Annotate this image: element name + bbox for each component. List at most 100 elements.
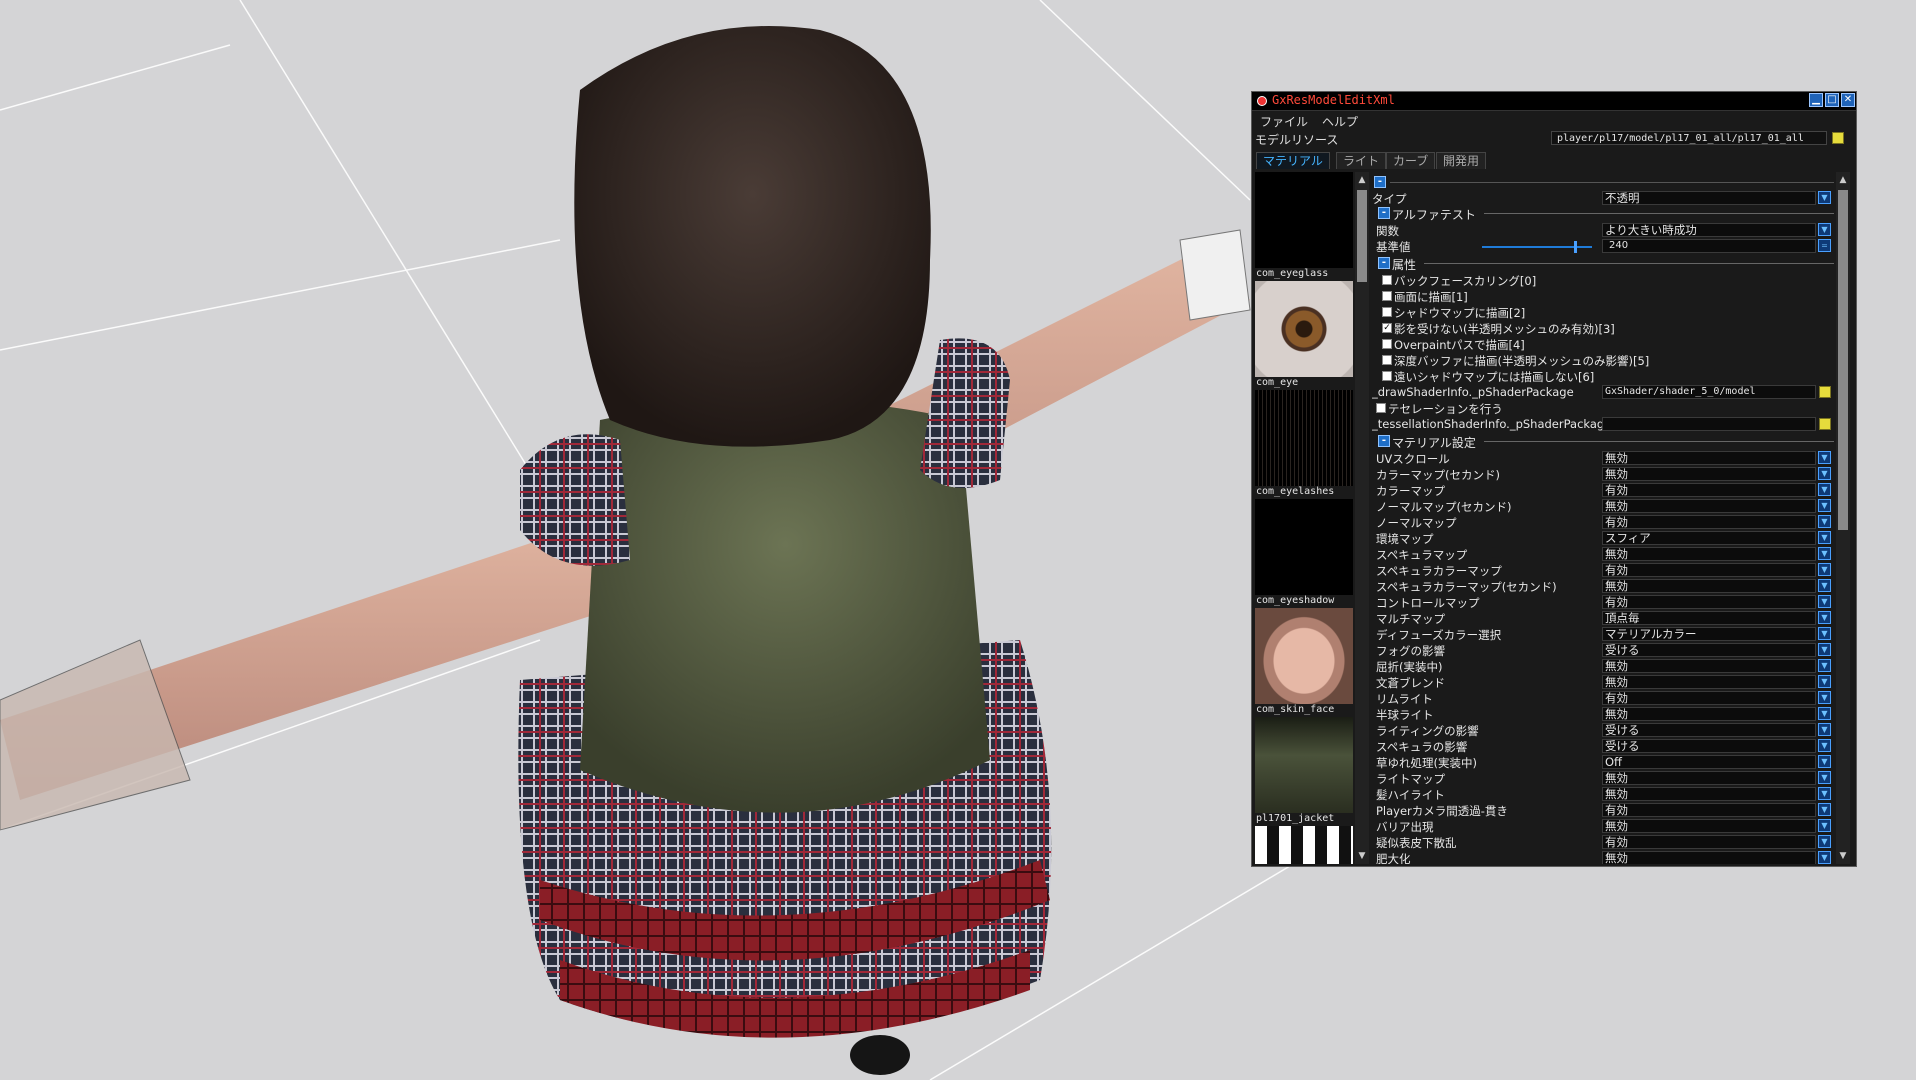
collapse-icon[interactable]: - [1374,176,1386,188]
tab-curve[interactable]: カーブ [1386,152,1436,169]
setting-select[interactable]: 無効 [1602,659,1816,673]
model-resource-path[interactable]: player/pl17/model/pl17_01_all/pl17_01_al… [1551,131,1827,145]
dropdown-arrow-icon[interactable]: ▼ [1818,739,1831,752]
ref-slider-knob[interactable] [1574,241,1577,253]
setting-select[interactable]: 無効 [1602,467,1816,481]
attribute-checkbox[interactable] [1382,275,1392,285]
dropdown-arrow-icon[interactable]: ▼ [1818,835,1831,848]
browse-tess-shader-button[interactable] [1819,418,1831,430]
dropdown-arrow-icon[interactable]: ▼ [1818,451,1831,464]
setting-select[interactable]: 有効 [1602,835,1816,849]
func-select[interactable]: より大きい時成功 [1602,223,1816,237]
dropdown-arrow-icon[interactable]: ▼ [1818,787,1831,800]
setting-select[interactable]: 受ける [1602,643,1816,657]
dropdown-arrow-icon[interactable]: ▼ [1818,755,1831,768]
attribute-checkbox[interactable] [1382,355,1392,365]
dropdown-arrow-icon[interactable]: ▼ [1818,723,1831,736]
type-select[interactable]: 不透明 [1602,191,1816,205]
close-button[interactable]: ✕ [1841,93,1855,107]
collapse-icon[interactable]: - [1378,435,1390,447]
setting-select[interactable]: 無効 [1602,499,1816,513]
setting-select[interactable]: 無効 [1602,771,1816,785]
tab-light[interactable]: ライト [1336,152,1387,169]
dropdown-arrow-icon[interactable]: ▼ [1818,191,1831,204]
setting-select[interactable]: 無効 [1602,851,1816,864]
scroll-up-icon[interactable]: ▲ [1837,174,1849,186]
title-bar[interactable]: GxResModelEditXml ▁ □ ✕ [1252,92,1856,111]
setting-select[interactable]: 無効 [1602,707,1816,721]
attribute-checkbox[interactable] [1382,291,1392,301]
dropdown-arrow-icon[interactable]: ▼ [1818,611,1831,624]
setting-select[interactable]: 頂点毎 [1602,611,1816,625]
attribute-checkbox[interactable] [1382,371,1392,381]
dropdown-arrow-icon[interactable]: ▼ [1818,547,1831,560]
scroll-up-icon[interactable]: ▲ [1356,174,1368,186]
scroll-down-icon[interactable]: ▼ [1356,850,1368,862]
attribute-checkbox[interactable] [1382,307,1392,317]
material-item[interactable]: com_skin_face [1255,608,1353,717]
setting-select[interactable]: 有効 [1602,483,1816,497]
browse-resource-button[interactable] [1832,132,1844,144]
setting-select[interactable]: 受ける [1602,739,1816,753]
dropdown-arrow-icon[interactable]: ▼ [1818,483,1831,496]
dropdown-arrow-icon[interactable]: ▼ [1818,819,1831,832]
ref-value[interactable]: 240 [1602,239,1816,253]
dropdown-arrow-icon[interactable]: ▼ [1818,643,1831,656]
dropdown-arrow-icon[interactable]: ▼ [1818,531,1831,544]
setting-select[interactable]: Off [1602,755,1816,769]
browse-draw-shader-button[interactable] [1819,386,1831,398]
dropdown-arrow-icon[interactable]: ▼ [1818,675,1831,688]
dropdown-arrow-icon[interactable]: ▼ [1818,223,1831,236]
setting-select[interactable]: 無効 [1602,787,1816,801]
setting-select[interactable]: スフィア [1602,531,1816,545]
dropdown-arrow-icon[interactable]: ▼ [1818,595,1831,608]
setting-select[interactable]: 有効 [1602,563,1816,577]
material-item[interactable]: com_eyeshadow [1255,499,1353,608]
attribute-checkbox[interactable]: ✓ [1382,323,1392,333]
dropdown-arrow-icon[interactable]: ▼ [1818,563,1831,576]
setting-select[interactable]: 無効 [1602,451,1816,465]
minimize-button[interactable]: ▁ [1809,93,1823,107]
setting-select[interactable]: 無効 [1602,547,1816,561]
dropdown-arrow-icon[interactable]: ▼ [1818,659,1831,672]
tess-shader-path[interactable] [1602,417,1816,431]
setting-select[interactable]: 無効 [1602,579,1816,593]
setting-select[interactable]: 無効 [1602,819,1816,833]
setting-select[interactable]: 有効 [1602,803,1816,817]
setting-select[interactable]: 有効 [1602,595,1816,609]
dropdown-arrow-icon[interactable]: ▼ [1818,771,1831,784]
setting-select[interactable]: 無効 [1602,675,1816,689]
spin-icon[interactable]: = [1818,239,1831,252]
dropdown-arrow-icon[interactable]: ▼ [1818,515,1831,528]
property-panel-scrollbar[interactable]: ▲ ▼ [1836,172,1850,864]
collapse-icon[interactable]: - [1378,257,1390,269]
dropdown-arrow-icon[interactable]: ▼ [1818,627,1831,640]
menu-help[interactable]: ヘルプ [1322,113,1358,130]
setting-select[interactable]: マテリアルカラー [1602,627,1816,641]
dropdown-arrow-icon[interactable]: ▼ [1818,707,1831,720]
scroll-down-icon[interactable]: ▼ [1837,850,1849,862]
dropdown-arrow-icon[interactable]: ▼ [1818,579,1831,592]
draw-shader-path[interactable]: GxShader/shader_5_0/model [1602,385,1816,399]
collapse-icon[interactable]: - [1378,207,1390,219]
dropdown-arrow-icon[interactable]: ▼ [1818,691,1831,704]
dropdown-arrow-icon[interactable]: ▼ [1818,851,1831,864]
material-item[interactable]: pl1701_jacket [1255,717,1353,826]
menu-file[interactable]: ファイル [1260,113,1308,130]
dropdown-arrow-icon[interactable]: ▼ [1818,499,1831,512]
material-item[interactable]: com_eyeglass [1255,172,1353,281]
dropdown-arrow-icon[interactable]: ▼ [1818,803,1831,816]
maximize-button[interactable]: □ [1825,93,1839,107]
tab-dev[interactable]: 開発用 [1436,152,1487,169]
tessellation-checkbox[interactable] [1376,403,1386,413]
setting-select[interactable]: 受ける [1602,723,1816,737]
setting-select[interactable]: 有効 [1602,691,1816,705]
material-item[interactable]: com_eyelashes [1255,390,1353,499]
material-item[interactable]: com_eye [1255,281,1353,390]
setting-select[interactable]: 有効 [1602,515,1816,529]
scrollbar-thumb[interactable] [1838,190,1848,530]
dropdown-arrow-icon[interactable]: ▼ [1818,467,1831,480]
material-list-scrollbar[interactable]: ▲ ▼ [1355,172,1369,864]
material-item[interactable] [1255,826,1353,864]
attribute-checkbox[interactable] [1382,339,1392,349]
